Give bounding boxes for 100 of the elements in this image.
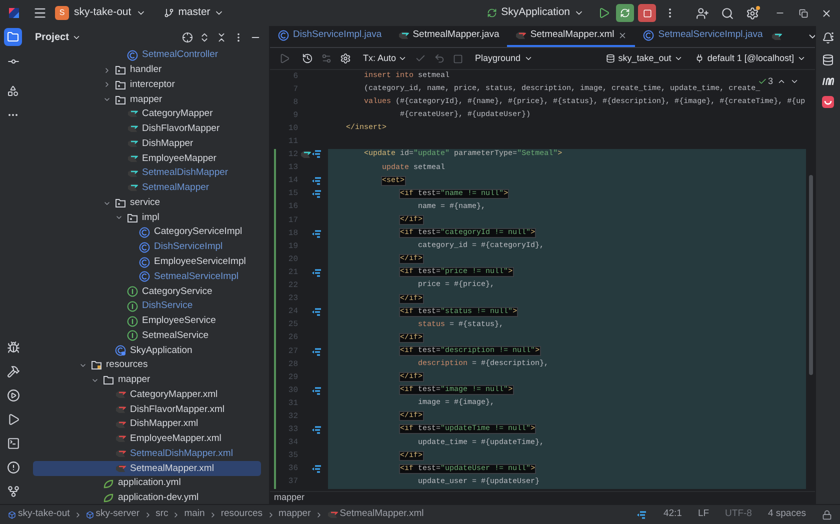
menu-icon[interactable] — [33, 6, 47, 20]
navigate-icon[interactable] — [312, 230, 322, 238]
close-icon[interactable] — [618, 31, 628, 40]
tree-item[interactable]: DishServiceImpl — [33, 240, 261, 255]
scrollbar-thumb[interactable] — [809, 175, 813, 375]
indent-setting[interactable]: 4 spaces — [768, 507, 806, 522]
tree-item[interactable]: impl — [33, 210, 261, 226]
breadcrumb-item[interactable]: sky-server — [96, 507, 140, 522]
run-icon[interactable] — [6, 413, 20, 426]
tree-item[interactable]: EmployeeMapper.xml — [33, 432, 261, 447]
editor-tab[interactable]: SetmealMapper.java — [390, 26, 508, 47]
project-switcher[interactable]: S sky-take-out — [55, 5, 146, 21]
editor-tab[interactable]: SetmealServiceImpl.java — [635, 26, 771, 47]
navigate-icon[interactable] — [312, 308, 322, 316]
tree-item[interactable]: resources — [33, 358, 261, 373]
stop-button[interactable] — [638, 4, 656, 22]
breadcrumb-item[interactable]: SetmealMapper.xml — [340, 507, 424, 522]
tree-item[interactable]: DishFlavorMapper — [33, 122, 261, 137]
tree-item[interactable]: CategoryMapper — [33, 107, 261, 122]
editor-breadcrumb[interactable]: mapper — [274, 491, 305, 505]
editor-tab[interactable]: SetmealMapper.xml — [507, 26, 636, 47]
tree-item[interactable]: CategoryServiceImpl — [33, 225, 261, 240]
tree-item[interactable]: SetmealService — [33, 328, 261, 344]
tree-item[interactable]: application.yml — [33, 476, 261, 491]
schema-dropdown[interactable]: sky_take_out — [606, 52, 684, 66]
tree-item[interactable]: handler — [33, 62, 261, 78]
services-icon[interactable] — [6, 389, 20, 402]
breadcrumb-item[interactable]: main — [184, 507, 205, 522]
tree-item[interactable]: DishFlavorMapper.xml — [33, 402, 261, 418]
tree-item[interactable]: interceptor — [33, 78, 261, 92]
rollback-icon[interactable] — [434, 53, 446, 64]
navigate-icon[interactable] — [312, 150, 322, 158]
tree-item[interactable]: DishService — [33, 299, 261, 314]
close-icon[interactable] — [821, 8, 832, 18]
execute-icon[interactable] — [279, 53, 290, 64]
navigate-icon[interactable] — [312, 386, 322, 395]
breadcrumb-item[interactable]: sky-take-out — [18, 507, 70, 522]
run-config-button[interactable]: SkyApplication — [487, 5, 584, 21]
tree-item[interactable]: EmployeeMapper — [33, 151, 261, 166]
tree-item[interactable]: DishMapper — [33, 136, 261, 152]
rerun-button[interactable] — [616, 4, 634, 22]
session-dropdown[interactable]: default 1 [@localhost] — [695, 52, 806, 66]
branch-button[interactable]: master — [164, 5, 224, 21]
tree-item[interactable]: SetmealDishMapper — [33, 166, 261, 181]
breadcrumb-item[interactable]: mapper — [278, 507, 311, 522]
editor-tab[interactable]: DishServiceImpl.java — [270, 26, 390, 47]
bug-icon[interactable] — [6, 341, 20, 354]
breadcrumb-item[interactable]: resources — [220, 507, 263, 522]
collapse-all-icon[interactable] — [216, 32, 227, 42]
navigate-icon[interactable] — [312, 177, 322, 186]
tree-item[interactable]: SetmealMapper.xml — [33, 461, 261, 476]
search-icon[interactable] — [721, 6, 734, 20]
database-icon[interactable] — [822, 54, 834, 66]
navigate-icon[interactable] — [312, 190, 322, 198]
notifications-icon[interactable] — [822, 32, 834, 44]
hammer-icon[interactable] — [6, 365, 20, 378]
run-icon[interactable] — [598, 7, 610, 19]
transaction-dropdown[interactable]: Tx: Auto — [363, 52, 408, 66]
lock-icon[interactable] — [822, 510, 832, 520]
navigate-icon[interactable] — [312, 426, 322, 434]
tree-item[interactable]: SetmealController — [33, 48, 261, 63]
m-logo-icon[interactable] — [822, 76, 834, 86]
tree-item[interactable]: SetmealServiceImpl — [33, 269, 261, 284]
tree-item[interactable]: EmployeeServiceImpl — [33, 254, 261, 270]
history-icon[interactable] — [302, 53, 313, 64]
breadcrumb-item[interactable]: src — [156, 507, 168, 522]
mode-dropdown[interactable]: Playground — [475, 52, 533, 66]
navigate-icon[interactable] — [312, 465, 322, 474]
tree-item[interactable]: DishMapper.xml — [33, 417, 261, 432]
stop-icon[interactable] — [453, 54, 464, 64]
navigate-icon[interactable] — [312, 268, 322, 277]
tree-item[interactable]: SetmealMapper — [33, 180, 261, 196]
navigate-icon[interactable] — [312, 348, 322, 356]
terminal-icon[interactable] — [6, 437, 20, 450]
line-ending[interactable]: LF — [698, 507, 710, 522]
caret-position[interactable]: 42:1 — [663, 507, 682, 522]
expand-all-icon[interactable] — [199, 32, 210, 42]
add-user-icon[interactable] — [696, 6, 709, 20]
project-tool-button[interactable] — [4, 28, 22, 46]
app-logo-icon[interactable] — [7, 6, 21, 20]
navigate-icon[interactable] — [637, 510, 648, 518]
tree-item[interactable]: application-dev.yml — [33, 490, 261, 504]
tree-item[interactable]: EmployeeService — [33, 314, 261, 329]
tree-item[interactable]: CategoryService — [33, 284, 261, 300]
tree-item[interactable]: SetmealDishMapper.xml — [33, 446, 261, 462]
plugin-icon[interactable] — [822, 96, 834, 108]
settings-icon[interactable] — [340, 53, 351, 64]
tree-item[interactable]: SkyApplication — [33, 343, 261, 358]
problems-icon[interactable] — [6, 461, 20, 474]
inspections-badge[interactable]: 3 — [758, 75, 773, 88]
tree-item[interactable]: service — [33, 196, 261, 210]
structure-icon[interactable] — [7, 85, 19, 97]
settings-icon[interactable] — [746, 6, 759, 20]
tree-item[interactable]: mapper — [33, 372, 261, 388]
locate-icon[interactable] — [182, 32, 193, 42]
tree-item[interactable]: mapper — [33, 92, 261, 108]
restore-icon[interactable] — [799, 8, 808, 18]
project-view-button[interactable]: Project — [35, 30, 81, 44]
tree-item[interactable]: CategoryMapper.xml — [33, 388, 261, 402]
git-icon[interactable] — [6, 485, 20, 498]
